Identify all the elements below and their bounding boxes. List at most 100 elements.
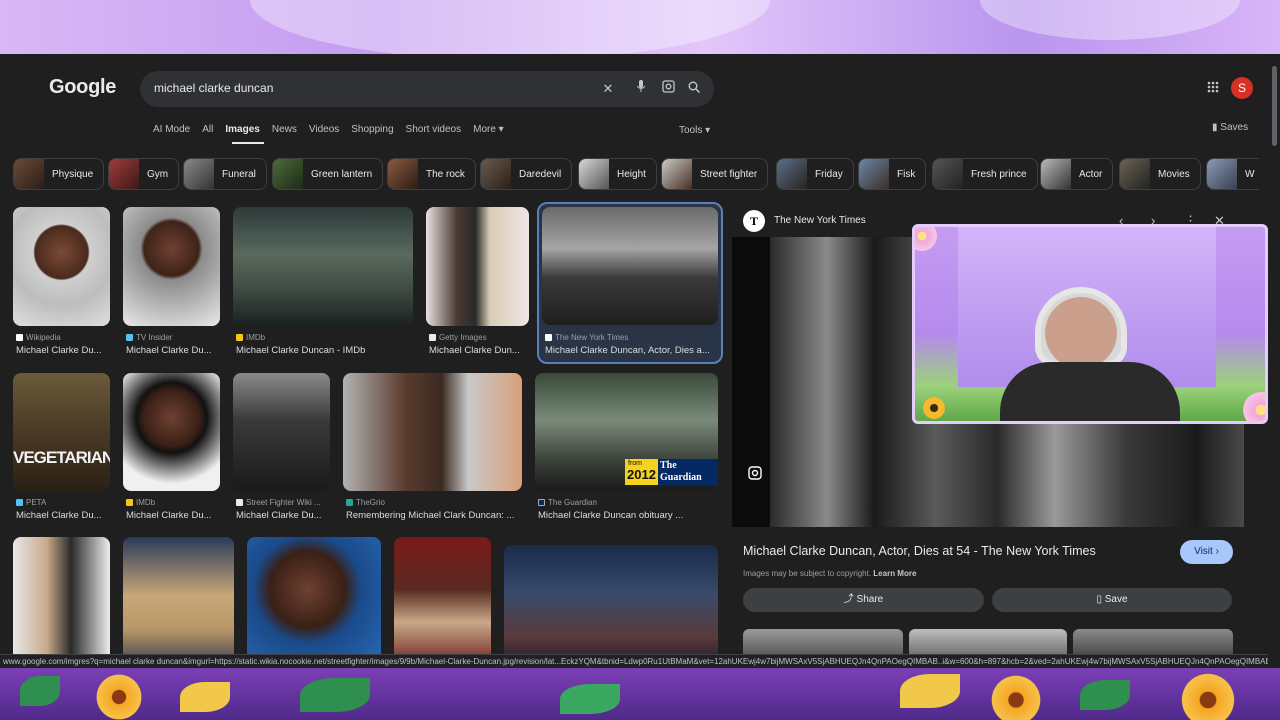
chip-thumbnail <box>662 159 692 189</box>
tab-shopping[interactable]: Shopping <box>351 124 393 144</box>
clear-icon[interactable]: ✕ <box>599 80 617 98</box>
chip-the-rock[interactable]: The rock <box>387 158 476 190</box>
chip-daredevil[interactable]: Daredevil <box>480 158 573 190</box>
result-image-peta[interactable]: VEGETARIAN <box>13 373 110 491</box>
result-image-guardian[interactable]: from 2012 The Guardian <box>535 373 718 491</box>
chip-thumbnail <box>14 159 44 189</box>
result-title[interactable]: Michael Clarke Du... <box>126 345 218 356</box>
chip-label: Fisk <box>897 168 916 180</box>
chip-movies[interactable]: Movies <box>1119 158 1201 190</box>
microphone-icon[interactable] <box>632 80 650 98</box>
preview-source-name[interactable]: The New York Times <box>774 215 866 226</box>
chip-label: Movies <box>1158 168 1190 180</box>
result-image-getty[interactable] <box>426 207 529 326</box>
tools-button[interactable]: Tools ▾ <box>679 125 710 136</box>
search-input[interactable]: michael clarke duncan <box>154 81 273 95</box>
result-source: PETA <box>16 498 46 507</box>
chip-label: Fresh prince <box>971 168 1027 180</box>
result-title[interactable]: Michael Clarke Du... <box>16 510 108 521</box>
leaf-decoration <box>900 674 960 708</box>
result-title[interactable]: Michael Clarke Duncan, Actor, Dies a... <box>545 345 715 356</box>
result-source: Wikipedia <box>16 333 61 342</box>
bookmark-icon: ▯ <box>1096 594 1105 605</box>
leaf-decoration <box>20 676 60 706</box>
chip-street-fighter[interactable]: Street fighter <box>661 158 769 190</box>
save-button[interactable]: ▯ Save <box>992 588 1232 612</box>
flower-decoration <box>990 674 1042 720</box>
result-source: IMDb <box>236 333 265 342</box>
result-title[interactable]: Michael Clarke Du... <box>16 345 108 356</box>
result-title[interactable]: Michael Clarke Du... <box>126 510 218 521</box>
search-icon[interactable] <box>685 80 703 98</box>
preview-title[interactable]: Michael Clarke Duncan, Actor, Dies at 54… <box>743 544 1096 558</box>
tab-all[interactable]: All <box>202 124 213 144</box>
learn-more-link[interactable]: Learn More <box>873 569 916 578</box>
result-image-row3-4[interactable] <box>394 537 491 668</box>
tab-ai-mode[interactable]: AI Mode <box>153 124 190 144</box>
tab-news[interactable]: News <box>272 124 297 144</box>
chip-thumbnail <box>1207 159 1237 189</box>
chip-physique[interactable]: Physique <box>13 158 105 190</box>
apps-grid-icon[interactable] <box>1205 80 1221 96</box>
tab-more[interactable]: More ▾ <box>473 124 504 144</box>
result-source: TV Insider <box>126 333 172 342</box>
google-lens-icon[interactable] <box>748 466 762 483</box>
chip-fresh-prince[interactable]: Fresh prince <box>932 158 1038 190</box>
page-scrollbar[interactable] <box>1272 66 1277 146</box>
tab-images[interactable]: Images <box>225 124 259 144</box>
result-title[interactable]: Michael Clarke Duncan obituary ... <box>538 510 716 521</box>
result-image-nyt[interactable] <box>542 207 718 325</box>
chip-label: Funeral <box>222 168 256 180</box>
visit-button[interactable]: Visit › <box>1180 540 1233 564</box>
result-image-tv-insider[interactable] <box>123 207 220 326</box>
result-image-row3-5[interactable] <box>504 545 718 668</box>
chip-thumbnail <box>579 159 609 189</box>
result-title[interactable]: Michael Clarke Duncan - IMDb <box>236 345 411 356</box>
chip-thumbnail <box>388 159 418 189</box>
chip-w[interactable]: W <box>1206 158 1259 190</box>
chip-label: W <box>1245 168 1255 180</box>
leaf-decoration <box>1080 680 1130 710</box>
deco-cloud <box>980 0 1240 40</box>
result-image-thegrio[interactable] <box>343 373 522 491</box>
tab-videos[interactable]: Videos <box>309 124 339 144</box>
chip-label: Friday <box>815 168 843 180</box>
chip-green-lantern[interactable]: Green lantern <box>272 158 384 190</box>
camera-lens-icon[interactable] <box>659 80 677 98</box>
result-title[interactable]: Michael Clarke Du... <box>236 510 328 521</box>
chip-label: Green lantern <box>311 168 373 180</box>
result-source: The Guardian <box>538 498 597 507</box>
result-image-row3-1[interactable] <box>13 537 110 668</box>
saves-button[interactable]: ▮ Saves <box>1212 122 1248 133</box>
chip-gym[interactable]: Gym <box>108 158 180 190</box>
result-image-wikipedia[interactable] <box>13 207 110 326</box>
result-image-row3-3[interactable] <box>247 537 381 668</box>
google-logo[interactable]: Google <box>49 76 116 99</box>
result-title[interactable]: Michael Clarke Dun... <box>429 345 527 356</box>
chip-thumbnail <box>933 159 963 189</box>
chip-label: Actor <box>1079 168 1103 180</box>
result-image-imdb-2[interactable] <box>123 373 220 491</box>
chip-friday[interactable]: Friday <box>776 158 854 190</box>
chip-label: Physique <box>52 168 94 180</box>
result-image-row3-2[interactable] <box>123 537 234 668</box>
chip-height[interactable]: Height <box>578 158 657 190</box>
chip-funeral[interactable]: Funeral <box>183 158 267 190</box>
search-bar[interactable]: michael clarke duncan ✕ <box>140 71 714 107</box>
chip-label: Street fighter <box>700 168 758 180</box>
account-avatar[interactable]: S <box>1231 77 1253 99</box>
result-title[interactable]: Remembering Michael Clark Duncan: ... <box>346 510 520 521</box>
chip-actor[interactable]: Actor <box>1040 158 1114 190</box>
guardian-year-text: 2012 <box>627 467 656 482</box>
webcam-overlay <box>912 224 1268 424</box>
result-image-imdb-green-mile[interactable] <box>233 207 413 326</box>
tab-short-videos[interactable]: Short videos <box>406 124 462 144</box>
result-source: TheGrio <box>346 498 385 507</box>
chip-fisk[interactable]: Fisk <box>858 158 927 190</box>
stream-bottom-decoration <box>0 668 1280 720</box>
result-image-street-fighter-wiki[interactable] <box>233 373 330 491</box>
leaf-decoration <box>180 682 230 712</box>
status-bar-url: www.google.com/imgres?q=michael clarke d… <box>0 654 1268 668</box>
result-source: The New York Times <box>545 333 628 342</box>
share-button[interactable]: ⤴ Share <box>743 588 984 612</box>
